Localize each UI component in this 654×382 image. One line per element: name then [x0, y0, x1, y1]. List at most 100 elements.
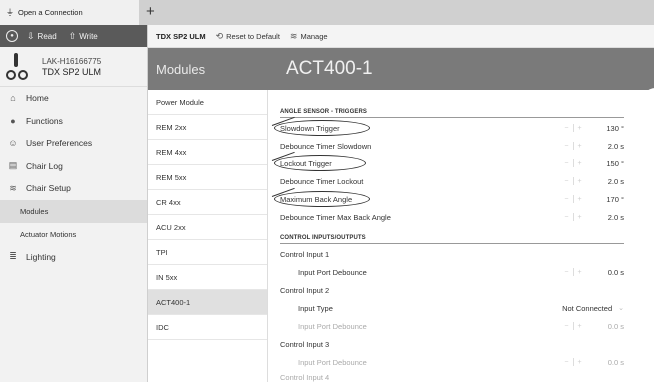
- module-item[interactable]: REM 4xx: [148, 140, 267, 165]
- chair-setup-icon: ≋: [9, 182, 17, 193]
- toolbar: TDX SP2 ULM ⟲ Reset to Default ≋ Manage: [148, 25, 654, 48]
- setting-row: Debounce Timer Lockout − + 2.0 s: [280, 173, 624, 189]
- write-icon: ⇧: [68, 30, 77, 41]
- minus-icon[interactable]: −: [564, 196, 568, 203]
- write-label: Write: [79, 31, 98, 41]
- group-row: Control Input 4: [280, 372, 624, 382]
- write-button[interactable]: ⇧ Write: [66, 29, 101, 44]
- sidebar-item-functions[interactable]: ● Functions: [0, 110, 147, 133]
- sidebar-item-label: Modules: [20, 206, 49, 216]
- group-label: Control Input 3: [280, 339, 330, 349]
- setting-value[interactable]: 2.0 s: [588, 213, 624, 222]
- value-stepper[interactable]: − +: [558, 159, 588, 167]
- minus-icon[interactable]: −: [564, 214, 568, 221]
- input-type-select[interactable]: Not Connected ⌄: [562, 304, 624, 313]
- group-label: Control Input 4: [280, 372, 330, 382]
- sidebar-item-label: Chair Setup: [26, 183, 71, 194]
- minus-icon[interactable]: −: [564, 125, 568, 132]
- module-item[interactable]: IN 5xx: [148, 265, 267, 290]
- minus-icon: −: [564, 358, 569, 366]
- setting-value[interactable]: 2.0 s: [588, 142, 624, 151]
- value-stepper[interactable]: − +: [558, 124, 588, 132]
- module-item[interactable]: REM 2xx: [148, 115, 267, 140]
- module-item[interactable]: Power Module: [148, 90, 267, 115]
- sidebar-item-chair-setup[interactable]: ≋ Chair Setup: [0, 177, 147, 200]
- new-tab-button[interactable]: +: [146, 4, 155, 19]
- setting-value: 0.0 s: [607, 357, 624, 367]
- value-stepper: − +: [558, 322, 588, 330]
- value-stepper[interactable]: − +: [558, 213, 588, 221]
- main-panel: ANGLE SENSOR - TRIGGERS Slowdown Trigger…: [268, 90, 654, 382]
- manage-button[interactable]: ≋ Manage: [290, 31, 328, 42]
- minus-icon[interactable]: −: [564, 178, 568, 185]
- sidebar-item-user-preferences[interactable]: ☺ User Preferences: [0, 132, 147, 155]
- sidebar-item-label: Chair Log: [26, 160, 63, 171]
- setting-label: Debounce Timer Lockout: [280, 176, 364, 186]
- tab-strip: ⏚ Open a Connection +: [0, 0, 654, 25]
- value-stepper[interactable]: − +: [558, 177, 588, 185]
- tab-open-connection[interactable]: ⏚ Open a Connection: [0, 0, 139, 25]
- group-row: Control Input 2: [280, 282, 624, 298]
- home-icon: ⌂: [10, 93, 16, 104]
- minus-icon[interactable]: −: [564, 269, 568, 276]
- setting-label: Maximum Back Angle: [280, 194, 353, 204]
- minus-icon[interactable]: −: [564, 160, 568, 167]
- read-button[interactable]: ⇩ Read: [24, 29, 60, 44]
- sidebar-item-chair-log[interactable]: ▤ Chair Log: [0, 155, 147, 178]
- module-item[interactable]: IDC: [148, 315, 267, 340]
- setting-row: Debounce Timer Max Back Angle − + 2.0 s: [280, 209, 624, 225]
- sidebar-item-modules[interactable]: Modules: [0, 199, 147, 223]
- section-divider: [280, 243, 624, 244]
- page-title: ACT400-1: [268, 48, 654, 90]
- group-label: Control Input 2: [280, 285, 330, 295]
- value-stepper[interactable]: − +: [558, 268, 588, 276]
- setting-value[interactable]: 150 °: [588, 159, 624, 168]
- device-info: LAK-H16166775 TDX SP2 ULM: [0, 47, 147, 87]
- module-item[interactable]: ACU 2xx: [148, 215, 267, 240]
- plus-icon[interactable]: +: [578, 196, 582, 203]
- setting-row: Maximum Back Angle − + 170 °: [280, 191, 624, 207]
- setting-label: Lockout Trigger: [280, 158, 332, 168]
- tab-title: Open a Connection: [18, 8, 83, 17]
- group-row: Control Input 3: [280, 336, 624, 352]
- module-item[interactable]: CR 4xx: [148, 190, 267, 215]
- chevron-down-icon: ⌄: [618, 305, 624, 312]
- sidebar-item-label: User Preferences: [26, 138, 93, 149]
- module-item-active[interactable]: ACT400-1: [148, 290, 267, 315]
- setting-value[interactable]: 170 °: [588, 195, 624, 204]
- value-stepper[interactable]: − +: [558, 195, 588, 203]
- setting-row: Slowdown Trigger − + 130 °: [280, 120, 624, 136]
- plug-icon: ⏚: [6, 8, 14, 17]
- setting-label: Slowdown Trigger: [280, 123, 340, 133]
- setting-value[interactable]: 2.0 s: [588, 177, 624, 186]
- plus-icon[interactable]: +: [578, 214, 582, 221]
- setting-value: 0.0 s: [607, 321, 624, 331]
- modules-header: Modules: [148, 48, 268, 90]
- modules-list: Power Module REM 2xx REM 4xx REM 5xx CR …: [148, 90, 268, 382]
- minus-icon[interactable]: −: [564, 143, 568, 150]
- setting-value[interactable]: 0.0 s: [588, 268, 624, 277]
- setting-row: Input Type Not Connected ⌄: [280, 300, 624, 316]
- select-value: Not Connected: [562, 303, 613, 313]
- plus-icon[interactable]: +: [578, 125, 582, 132]
- sidebar-item-actuator-motions[interactable]: Actuator Motions: [0, 223, 147, 246]
- plus-icon[interactable]: +: [578, 160, 582, 167]
- group-row: Control Input 1: [280, 246, 624, 262]
- sidebar: ● ⇩ Read ⇧ Write LAK-H16166775 TDX SP2 U…: [0, 25, 148, 382]
- setting-value[interactable]: 130 °: [588, 124, 624, 133]
- sidebar-item-home[interactable]: ⌂ Home: [0, 87, 147, 110]
- value-stepper[interactable]: − +: [558, 142, 588, 150]
- sidebar-item-lighting[interactable]: ≣ Lighting: [0, 246, 147, 269]
- reset-icon: ⟲: [215, 30, 224, 41]
- plus-icon[interactable]: +: [578, 143, 582, 150]
- plus-icon[interactable]: +: [578, 269, 582, 276]
- power-icon[interactable]: ●: [6, 30, 18, 42]
- sidebar-item-label: Actuator Motions: [20, 229, 77, 239]
- plus-icon[interactable]: +: [578, 178, 582, 185]
- module-item[interactable]: TPI: [148, 240, 267, 265]
- section-divider: [280, 117, 624, 118]
- sidebar-item-label: Home: [26, 93, 49, 104]
- module-item[interactable]: REM 5xx: [148, 165, 267, 190]
- reset-default-button[interactable]: ⟲ Reset to Default: [216, 31, 280, 42]
- setting-label: Input Port Debounce: [298, 357, 367, 367]
